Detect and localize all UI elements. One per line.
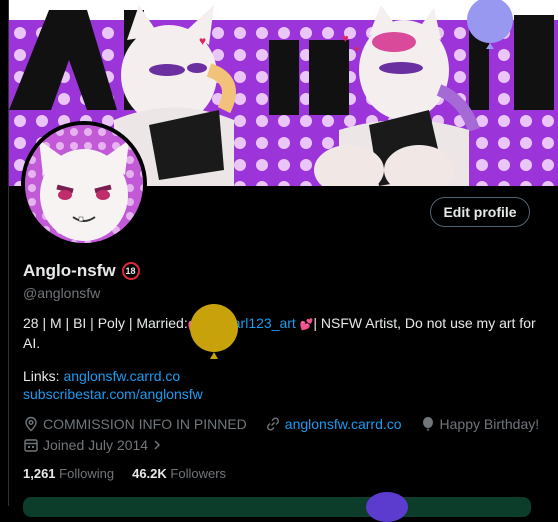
bio-text: | NSFW Artist, Do not use my art for	[313, 315, 536, 331]
follow-stats: 1,261 Following 46.2K Followers	[23, 466, 226, 481]
links-label: Links:	[23, 368, 64, 384]
joined-row: Joined July 2014	[23, 437, 162, 453]
age-restricted-icon: 18	[121, 262, 140, 280]
heart-icon: 💕	[299, 319, 314, 331]
following-link[interactable]: 1,261 Following	[23, 466, 114, 481]
birthday-text: Happy Birthday!	[439, 416, 540, 432]
following-label: Following	[59, 466, 115, 481]
profile-avatar[interactable]	[21, 121, 147, 247]
avatar-image	[25, 125, 143, 243]
name-row: Anglo-nsfw 18	[23, 261, 140, 281]
bio-links: Links: anglonsfw.carrd.co subscribestar.…	[23, 367, 203, 403]
link-icon	[266, 417, 279, 431]
balloon-icon	[366, 492, 408, 522]
bio: 28 | M | BI | Poly | Married:💕@Pearl123_…	[23, 314, 538, 352]
subscribestar-link[interactable]: subscribestar.com/anglonsfw	[23, 386, 203, 402]
user-handle: @anglonsfw	[23, 285, 101, 301]
followers-count: 46.2K	[132, 466, 167, 481]
svg-text:♥: ♥	[199, 34, 206, 48]
bio-text: AI.	[23, 335, 41, 351]
following-count: 1,261	[23, 466, 56, 481]
calendar-icon	[24, 439, 38, 452]
location-text: COMMISSION INFO IN PINNED	[43, 416, 247, 432]
balloon-icon	[467, 0, 513, 49]
location-icon	[25, 416, 37, 432]
notice-banner[interactable]	[23, 497, 531, 517]
carrd-link[interactable]: anglonsfw.carrd.co	[63, 368, 180, 384]
display-name: Anglo-nsfw	[23, 261, 116, 280]
profile-meta: COMMISSION INFO IN PINNED anglonsfw.carr…	[23, 416, 539, 432]
svg-text:♥: ♥	[342, 33, 349, 45]
followers-link[interactable]: 46.2K Followers	[132, 466, 226, 481]
bio-text: 28 | M | BI | Poly | Married:	[23, 315, 188, 331]
balloon-icon	[422, 417, 433, 431]
age-badge-label: 18	[125, 266, 136, 276]
balloon-icon	[190, 304, 238, 359]
joined-text: Joined July 2014	[43, 437, 149, 453]
followers-label: Followers	[170, 466, 227, 481]
svg-text:♥: ♥	[354, 44, 359, 54]
chevron-right-icon[interactable]	[152, 439, 162, 451]
edit-profile-button[interactable]: Edit profile	[430, 197, 530, 227]
website-link[interactable]: anglonsfw.carrd.co	[285, 416, 402, 432]
